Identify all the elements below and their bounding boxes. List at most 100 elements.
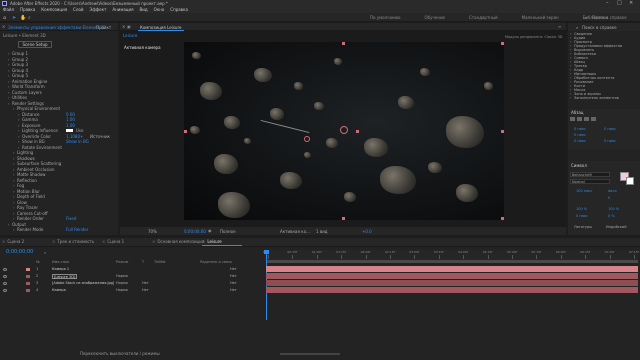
right-panel-item[interactable]: › Заполнитель элементов — [568, 96, 640, 100]
effect-value[interactable]: Show in BG — [66, 139, 89, 144]
workspace-tab[interactable]: Стандартный — [469, 15, 498, 20]
layer-trkmat[interactable]: Нет — [142, 287, 149, 293]
disclosure-triangle-icon[interactable]: › — [13, 161, 15, 166]
disclosure-triangle-icon[interactable]: › — [8, 90, 10, 95]
character-title[interactable]: Символ — [571, 163, 587, 168]
layer-parent[interactable]: Нет — [230, 266, 237, 272]
stroke-color-swatch[interactable] — [626, 177, 634, 185]
timeline-column-label[interactable]: TrkMat — [154, 260, 166, 264]
effect-row[interactable]: › Lighting — [0, 150, 118, 155]
disclosure-triangle-icon[interactable]: › — [13, 167, 15, 172]
search-icon[interactable]: ⌕ — [585, 15, 587, 20]
align-left-icon[interactable] — [570, 117, 575, 121]
style-select[interactable]: Normal — [570, 179, 610, 184]
disclosure-triangle-icon[interactable]: › — [8, 222, 10, 227]
view-layout-select[interactable]: 1 вид — [316, 229, 328, 234]
effect-row[interactable]: › Group 5 — [0, 73, 118, 78]
timeline-tab[interactable]: × Leisure — [202, 238, 252, 246]
disclosure-triangle-icon[interactable]: › — [8, 101, 10, 106]
timeline-column-label[interactable]: Родитель и связь — [200, 260, 232, 264]
disclosure-triangle-icon[interactable]: › — [18, 117, 20, 122]
effect-row[interactable]: › Subsurface Scattering — [0, 161, 118, 166]
effect-row[interactable]: › Reflection — [0, 178, 118, 183]
effect-value[interactable]: 1.00 — [66, 123, 75, 128]
disclosure-triangle-icon[interactable]: › — [8, 51, 10, 56]
hand-tool-icon[interactable]: ✋ — [20, 15, 26, 21]
effect-row[interactable]: › Render Order Fixed — [0, 216, 118, 221]
timeline-tab[interactable]: × Основная композиция — [152, 238, 204, 246]
camera-icon[interactable]: ◉ — [208, 228, 212, 233]
light-point-icon[interactable] — [304, 136, 310, 142]
font-select[interactable]: Bahnschrift — [570, 172, 610, 177]
minimize-button[interactable]: – — [606, 0, 609, 6]
layer-name[interactable]: Камера 1 — [52, 266, 69, 272]
layer-parent[interactable]: Нет — [230, 280, 237, 286]
disclosure-triangle-icon[interactable]: › — [13, 227, 15, 232]
disclosure-triangle-icon[interactable]: › — [8, 95, 10, 100]
effect-row[interactable]: › Group 3 — [0, 62, 118, 67]
disclosure-triangle-icon[interactable]: › — [18, 139, 20, 144]
effects-panel-title[interactable]: Элементы управления эффектами Element 3D — [8, 25, 106, 30]
indent-left[interactable]: 0 пикс — [574, 127, 586, 131]
baseline-shift[interactable]: 0 пикс — [576, 214, 588, 218]
label-color-swatch[interactable] — [26, 274, 30, 278]
disclosure-triangle-icon[interactable]: › — [13, 216, 15, 221]
effect-row[interactable]: › Custom Layers — [0, 90, 118, 95]
align-center-icon[interactable] — [577, 117, 582, 121]
work-area-bar[interactable] — [266, 260, 638, 263]
font-size[interactable]: 100 пикс — [576, 189, 592, 193]
effect-row[interactable]: › Motion Blur — [0, 189, 118, 194]
disclosure-triangle-icon[interactable]: › — [8, 84, 10, 89]
effect-value[interactable]: Full Render — [66, 227, 88, 232]
effect-row[interactable]: › Rotate Environment — [0, 145, 118, 150]
effect-row[interactable]: › Ray Tracer — [0, 205, 118, 210]
timeline-tab[interactable]: × Трек и стоимость — [52, 238, 102, 246]
timeline-column-label[interactable]: Имя слоя — [52, 260, 69, 264]
disclosure-triangle-icon[interactable]: › — [8, 62, 10, 67]
effect-row[interactable]: › Ambient Occlusion — [0, 167, 118, 172]
scene-setup-button[interactable]: Scene Setup — [18, 41, 52, 48]
panel-menu-icon[interactable]: ≡ — [558, 24, 561, 29]
disclosure-triangle-icon[interactable]: › — [18, 134, 20, 139]
effect-value[interactable]: 1.00 — [66, 117, 75, 122]
table-row[interactable]: 1 Камера 1 Нет — [0, 266, 262, 272]
workspace-tab[interactable]: Обучение — [425, 15, 445, 20]
effect-row[interactable]: › Matte Shadow — [0, 172, 118, 177]
disclosure-triangle-icon[interactable]: › — [8, 68, 10, 73]
close-icon[interactable]: × — [122, 24, 125, 29]
layer-track-element[interactable] — [266, 273, 638, 279]
visibility-eye-icon[interactable] — [3, 267, 7, 271]
search-icon[interactable]: ⌕ — [44, 250, 46, 255]
home-icon[interactable]: ⌂ — [3, 15, 6, 21]
effect-row[interactable]: › Override Color 1.1080+ Источник — [0, 134, 118, 139]
disclosure-triangle-icon[interactable]: › — [570, 96, 572, 100]
color-swatch[interactable] — [66, 129, 73, 132]
table-row[interactable]: 2 [Leisure 3D] Норма Нет — [0, 273, 262, 279]
close-icon[interactable]: × — [52, 239, 55, 244]
close-icon[interactable]: × — [2, 239, 5, 244]
layer-parent[interactable]: Нет — [230, 273, 237, 279]
ligatures-checkbox[interactable]: Лигатуры — [574, 225, 592, 229]
renderer-label[interactable]: Модуль рендеринга: Classic 3D — [505, 35, 563, 39]
disclosure-triangle-icon[interactable]: › — [13, 194, 15, 199]
effect-row[interactable]: › Output — [0, 222, 118, 227]
layer-mode[interactable]: Норма — [116, 280, 128, 286]
effect-row[interactable]: › Exposure 1.00 — [0, 123, 118, 128]
label-color-swatch[interactable] — [26, 288, 30, 292]
leading[interactable]: Авто — [608, 189, 617, 193]
close-icon[interactable]: × — [2, 24, 5, 29]
time-ruler[interactable]: 0f00:15f01:00f01:15f02:00f02:15f03:00f03… — [263, 250, 639, 260]
effect-row[interactable]: › Render Mode Full Render — [0, 227, 118, 232]
disclosure-triangle-icon[interactable]: › — [8, 79, 10, 84]
effect-row[interactable]: › Depth of Field — [0, 194, 118, 199]
label-color-swatch[interactable] — [26, 281, 30, 285]
help-search-input[interactable]: Поиск в справке — [592, 15, 627, 20]
comp-viewer[interactable] — [184, 42, 504, 220]
source-select[interactable]: Источник — [90, 134, 110, 139]
layer-trkmat[interactable]: Нет — [142, 280, 149, 286]
disclosure-triangle-icon[interactable]: › — [13, 183, 15, 188]
timeline-tab[interactable]: × Сцена 1 — [102, 238, 152, 246]
right-search-input[interactable]: Поиск в справке — [582, 25, 617, 30]
tab-project[interactable]: Проект — [96, 25, 111, 30]
disclosure-triangle-icon[interactable]: › — [18, 123, 20, 128]
